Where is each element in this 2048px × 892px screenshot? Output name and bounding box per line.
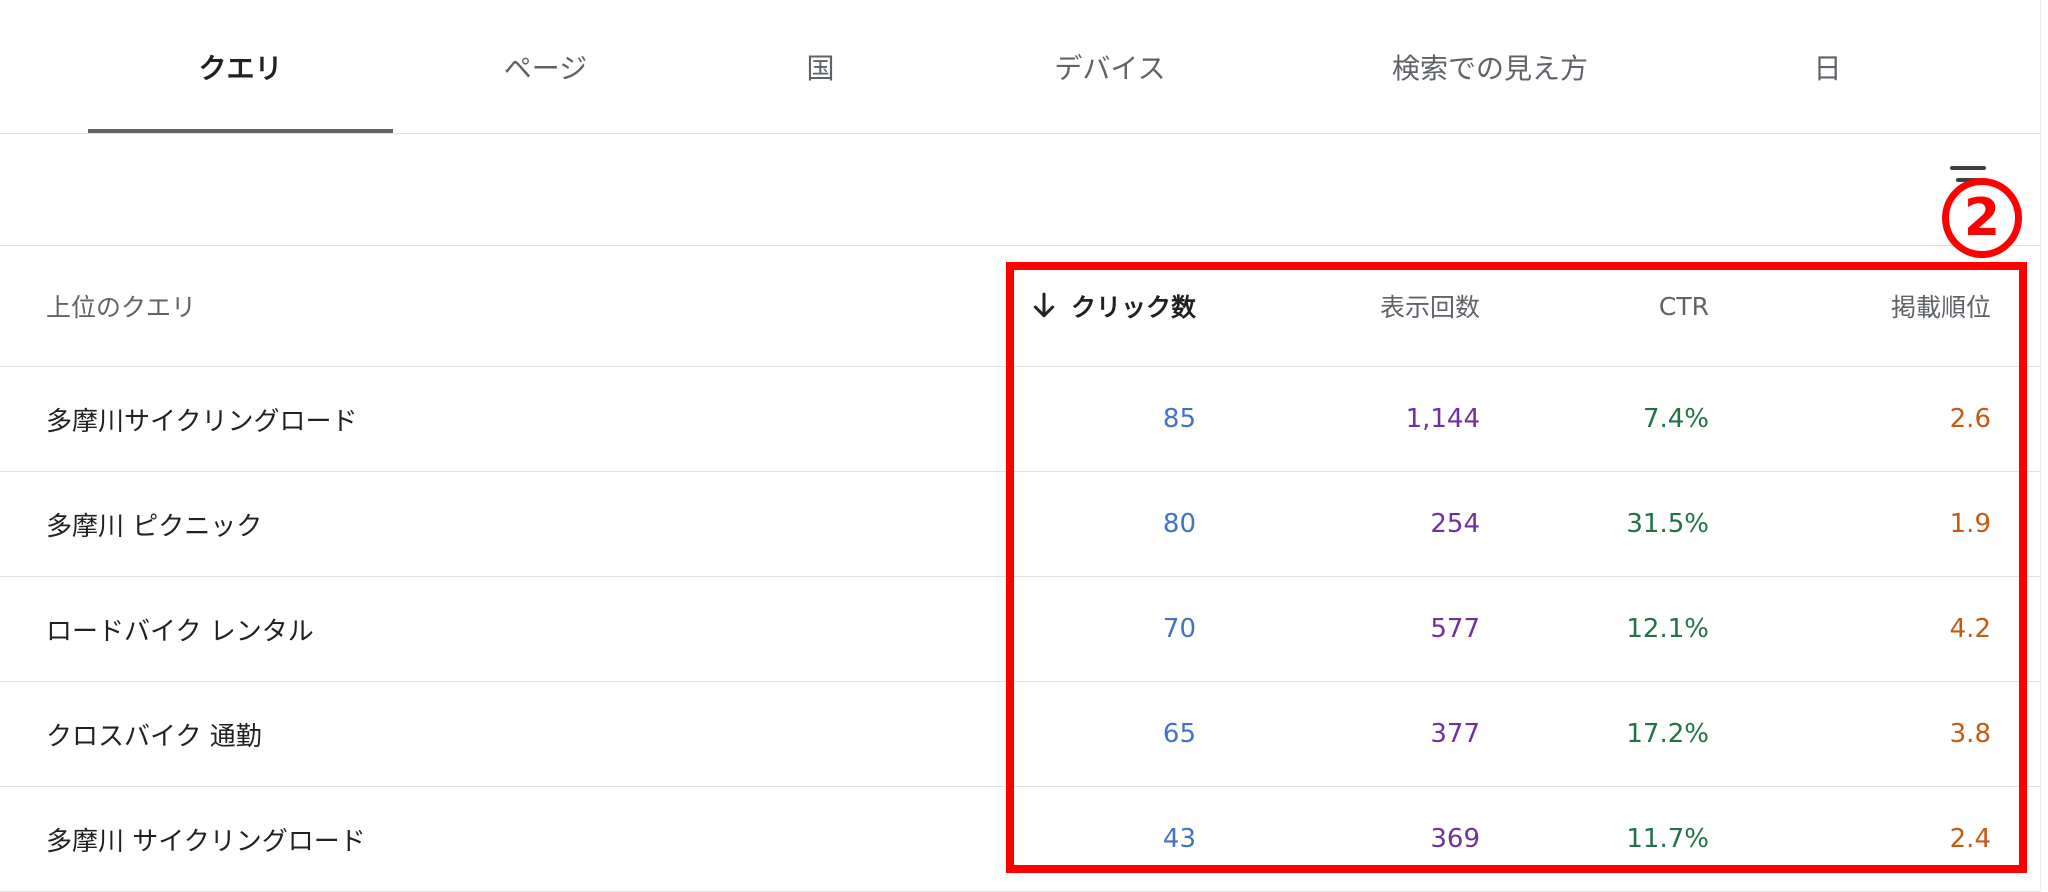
tab-query[interactable]: クエリ [88, 0, 393, 133]
filter-bar [0, 134, 2040, 246]
performance-card: クエリ ページ 国 デバイス 検索での見え方 日 上位のクエリ クリック数 表示… [0, 0, 2041, 892]
column-header-query: 上位のクエリ [46, 293, 197, 322]
dimension-tabs: クエリ ページ 国 デバイス 検索での見え方 日 [0, 0, 2040, 134]
metrics-highlight-box [1006, 262, 2027, 873]
annotation-number-badge: 2 [1942, 178, 2022, 258]
tab-search-appearance[interactable]: 検索での見え方 [1330, 0, 1650, 133]
query-cell: ロードバイク レンタル [46, 616, 314, 647]
query-cell: 多摩川 サイクリングロード [46, 826, 366, 857]
tab-date[interactable]: 日 [1740, 0, 1915, 133]
tab-device[interactable]: デバイス [960, 0, 1260, 133]
active-tab-indicator [88, 129, 393, 133]
tab-page[interactable]: ページ [393, 0, 698, 133]
query-cell: 多摩川サイクリングロード [46, 406, 358, 437]
query-cell: 多摩川 ピクニック [46, 511, 263, 542]
query-cell: クロスバイク 通勤 [46, 721, 262, 752]
tab-country[interactable]: 国 [698, 0, 943, 133]
